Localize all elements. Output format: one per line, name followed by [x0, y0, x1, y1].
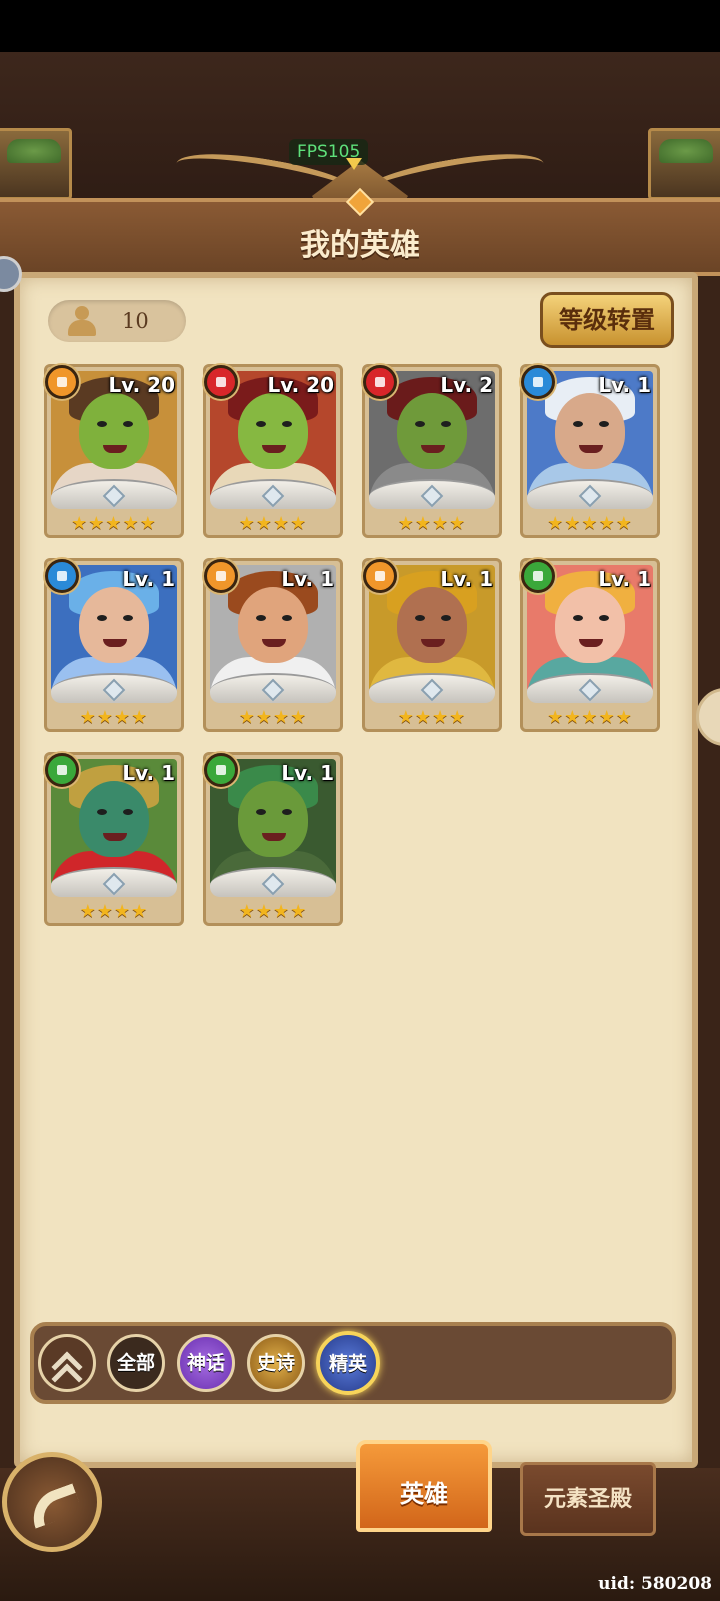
- filter-elite-button[interactable]: 精英: [316, 1331, 380, 1395]
- earth-element-icon: [45, 365, 79, 399]
- filter-all-button[interactable]: 全部: [107, 1334, 165, 1392]
- water-element-icon: [45, 559, 79, 593]
- wind-element-icon: [521, 559, 555, 593]
- water-element-icon: [521, 365, 555, 399]
- level-transfer-button[interactable]: 等级转置: [540, 292, 674, 348]
- hero-stars: ★★★★: [238, 707, 308, 728]
- hero-count: 10: [48, 300, 186, 342]
- back-button[interactable]: [2, 1452, 102, 1552]
- hero-card[interactable]: Lv. 20 ★★★★: [203, 364, 343, 538]
- earth-element-icon: [363, 559, 397, 593]
- hero-card[interactable]: Lv. 1 ★★★★: [362, 558, 502, 732]
- fire-element-icon: [363, 365, 397, 399]
- status-bar: [0, 0, 720, 52]
- hero-level: Lv. 1: [281, 761, 334, 785]
- hero-card[interactable]: Lv. 1 ★★★★: [203, 752, 343, 926]
- hero-stars: ★★★★: [238, 901, 308, 922]
- hero-stars: ★★★★: [238, 513, 308, 534]
- hero-level: Lv. 1: [122, 761, 175, 785]
- hero-stars: ★★★★: [79, 707, 149, 728]
- hero-card[interactable]: Lv. 2 ★★★★: [362, 364, 502, 538]
- hero-stars: ★★★★: [79, 901, 149, 922]
- filter-mythic-button[interactable]: 神话: [177, 1334, 235, 1392]
- hero-level: Lv. 1: [440, 567, 493, 591]
- hero-stars: ★★★★★: [547, 513, 633, 534]
- wind-element-icon: [204, 753, 238, 787]
- hero-level: Lv. 20: [267, 373, 334, 397]
- hero-card[interactable]: Lv. 1 ★★★★: [44, 558, 184, 732]
- tab-heroes[interactable]: 英雄: [356, 1440, 492, 1532]
- hero-level: Lv. 1: [598, 567, 651, 591]
- hero-card[interactable]: Lv. 20 ★★★★★: [44, 364, 184, 538]
- user-id: uid: 580208: [598, 1574, 712, 1594]
- earth-element-icon: [204, 559, 238, 593]
- hero-stars: ★★★★: [397, 707, 467, 728]
- hero-card[interactable]: Lv. 1 ★★★★: [203, 558, 343, 732]
- hero-count-value: 10: [122, 309, 149, 333]
- hero-level: Lv. 20: [108, 373, 175, 397]
- person-icon: [68, 306, 96, 336]
- hero-stars: ★★★★: [397, 513, 467, 534]
- hero-stars: ★★★★★: [71, 513, 157, 534]
- hero-level: Lv. 2: [440, 373, 493, 397]
- left-pillar-decoration: [0, 128, 72, 200]
- collapse-button[interactable]: [38, 1334, 96, 1395]
- wind-element-icon: [45, 753, 79, 787]
- tab-element-temple[interactable]: 元素圣殿: [520, 1462, 656, 1536]
- hero-card[interactable]: Lv. 1 ★★★★★: [520, 558, 660, 732]
- hero-card[interactable]: Lv. 1 ★★★★: [44, 752, 184, 926]
- filter-epic-button[interactable]: 史诗: [247, 1334, 305, 1392]
- fps-arrow-icon: [346, 158, 362, 170]
- hero-level: Lv. 1: [598, 373, 651, 397]
- fire-element-icon: [204, 365, 238, 399]
- hero-stars: ★★★★★: [547, 707, 633, 728]
- right-pillar-decoration: [648, 128, 720, 200]
- side-expand-button[interactable]: [696, 688, 720, 746]
- page-title: 我的英雄: [300, 228, 420, 263]
- back-arrow-icon: [25, 1483, 83, 1529]
- hero-level: Lv. 1: [122, 567, 175, 591]
- hero-card[interactable]: Lv. 1 ★★★★★: [520, 364, 660, 538]
- hero-level: Lv. 1: [281, 567, 334, 591]
